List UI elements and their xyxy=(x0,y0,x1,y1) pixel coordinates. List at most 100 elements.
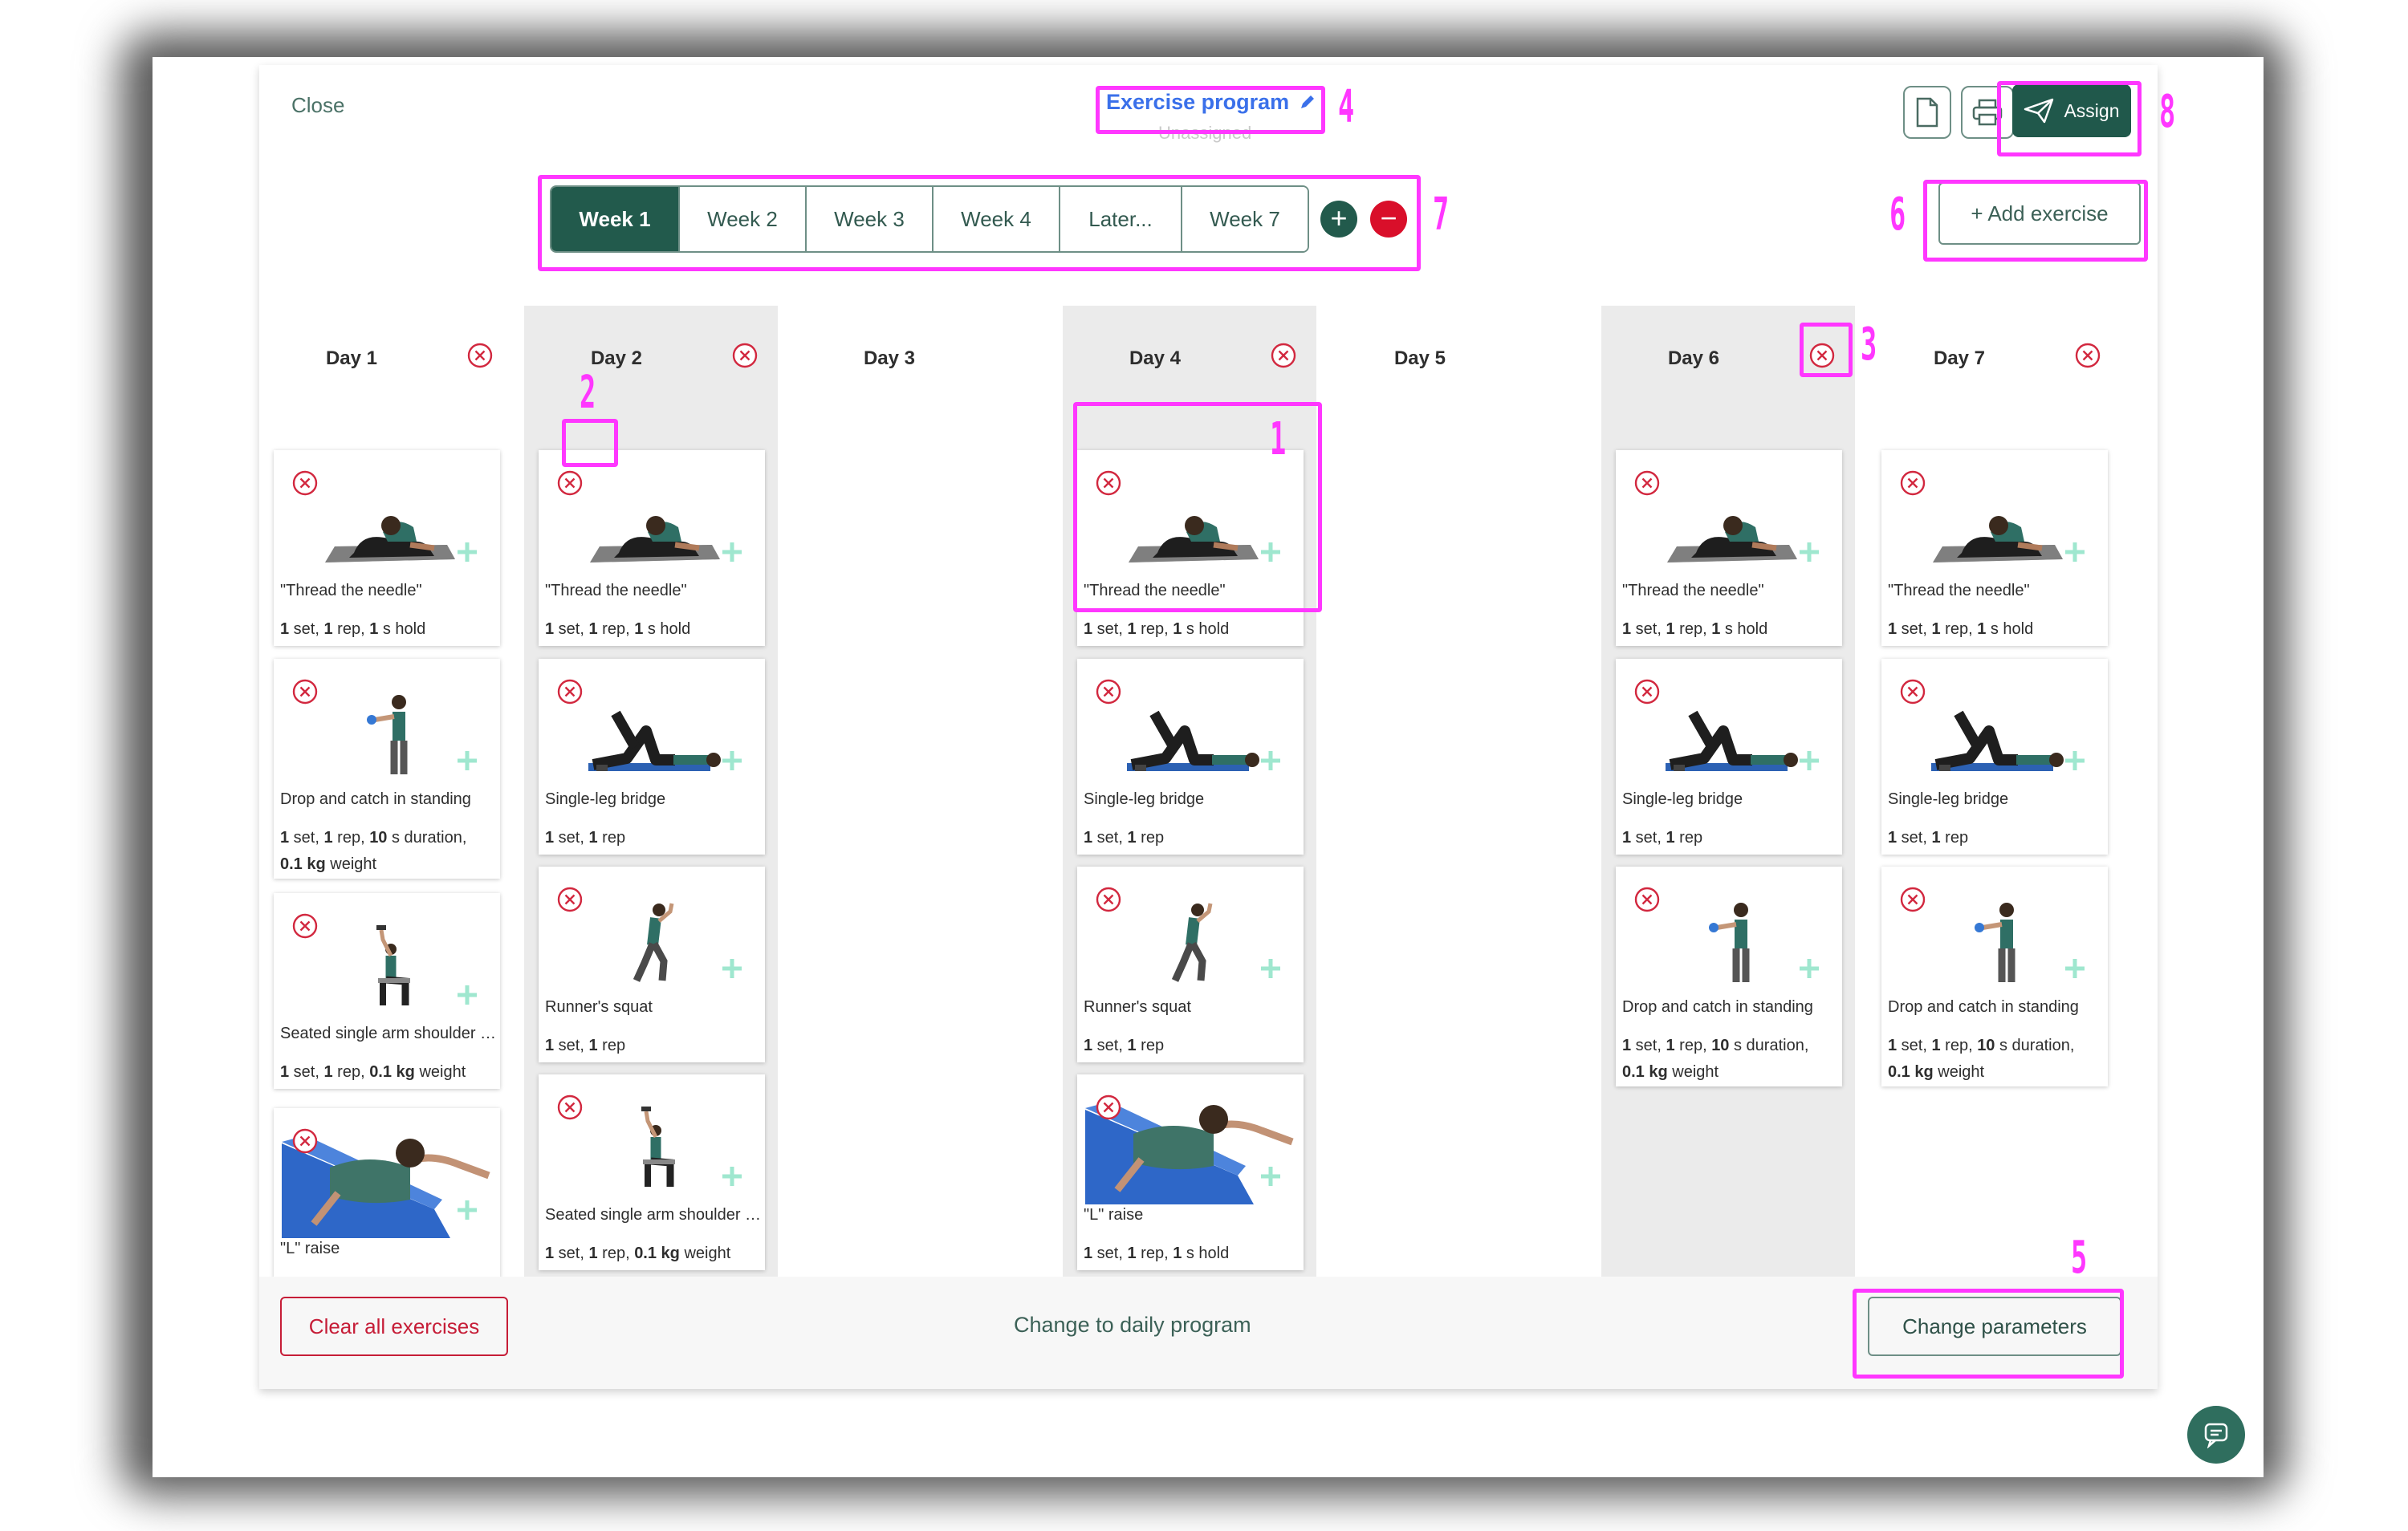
callout-number-5: 5 xyxy=(2071,1232,2088,1284)
exercise-name: Single-leg bridge xyxy=(1622,790,1743,808)
exercise-card[interactable]: Runner's squat 1 set, 1 rep xyxy=(1077,867,1304,1062)
remove-exercise-icon[interactable] xyxy=(556,678,584,705)
exercise-name: Drop and catch in standing xyxy=(1888,998,2079,1016)
add-to-day-icon[interactable] xyxy=(1797,540,1821,564)
exercise-params: 1 set, 1 rep, 1 s hold xyxy=(1888,620,2034,638)
add-to-day-icon[interactable] xyxy=(455,749,479,773)
add-to-day-icon[interactable] xyxy=(720,1164,744,1188)
callout-number-1: 1 xyxy=(1270,413,1287,465)
exercise-name: "L" raise xyxy=(280,1240,340,1257)
add-to-day-icon[interactable] xyxy=(720,540,744,564)
exercise-card[interactable]: "L" raise 1 set, 1 rep, 1 s hold xyxy=(1077,1074,1304,1270)
exercise-card[interactable]: Drop and catch in standing 1 set, 1 rep,… xyxy=(274,659,500,879)
exercise-name: Runner's squat xyxy=(1084,998,1191,1016)
day-label: Day 6 xyxy=(1667,347,1720,369)
seated-shoulder-press-illustration xyxy=(641,1107,675,1187)
add-to-day-icon[interactable] xyxy=(1259,1164,1283,1188)
change-to-daily-link[interactable]: Change to daily program xyxy=(1014,1313,1251,1338)
exercise-card[interactable]: Single-leg bridge 1 set, 1 rep xyxy=(1881,659,2108,855)
remove-exercise-icon[interactable] xyxy=(291,678,319,705)
day-column-7: Day 7 "Thread the needle" 1 set, 1 rep, … xyxy=(1867,306,2121,1341)
exercise-params: 1 set, 1 rep, 1 s hold xyxy=(1622,620,1768,638)
exercise-params: 1 set, 1 rep, 10 s duration, 0.1 kg weigh… xyxy=(280,829,467,873)
exercise-params: 1 set, 1 rep, 0.1 kg weight xyxy=(545,1245,731,1262)
exercise-card[interactable]: Single-leg bridge 1 set, 1 rep xyxy=(539,659,765,855)
exercise-card[interactable]: "Thread the needle" 1 set, 1 rep, 1 s ho… xyxy=(274,450,500,646)
exercise-card[interactable]: Single-leg bridge 1 set, 1 rep xyxy=(1616,659,1842,855)
day-column-1: Day 1 "Thread the needle" 1 set, 1 rep, … xyxy=(259,306,513,1341)
add-to-day-icon[interactable] xyxy=(1259,749,1283,773)
remove-exercise-icon[interactable] xyxy=(1899,886,1926,913)
day-column-3: Day 3 xyxy=(797,306,1051,1341)
add-to-day-icon[interactable] xyxy=(1797,956,1821,981)
add-to-day-icon[interactable] xyxy=(1259,956,1283,981)
add-to-day-icon[interactable] xyxy=(1797,749,1821,773)
exercise-name: Seated single arm shoulder press xyxy=(280,1025,497,1042)
remove-exercise-icon[interactable] xyxy=(1095,1094,1122,1121)
add-to-day-icon[interactable] xyxy=(2063,956,2087,981)
add-to-day-icon[interactable] xyxy=(2063,540,2087,564)
exercise-params: 1 set, 1 rep xyxy=(1084,829,1165,847)
remove-day-icon[interactable] xyxy=(1270,342,1297,369)
add-to-day-icon[interactable] xyxy=(455,1198,479,1222)
exercise-card[interactable]: Single-leg bridge 1 set, 1 rep xyxy=(1077,659,1304,855)
day-label: Day 1 xyxy=(325,347,378,369)
exercise-card[interactable]: Seated single arm shoulder press 1 set, … xyxy=(539,1074,765,1270)
callout-number-6: 6 xyxy=(1889,189,1906,241)
remove-exercise-icon[interactable] xyxy=(291,1127,319,1155)
exercise-params: 1 set, 1 rep, 1 s hold xyxy=(280,620,426,638)
remove-exercise-icon[interactable] xyxy=(291,912,319,940)
remove-exercise-icon[interactable] xyxy=(1633,678,1661,705)
callout-number-8: 8 xyxy=(2159,86,2176,138)
exercise-card[interactable]: "Thread the needle" 1 set, 1 rep, 1 s ho… xyxy=(1616,450,1842,646)
thread-the-needle-illustration xyxy=(1667,516,1797,562)
remove-exercise-icon[interactable] xyxy=(1899,469,1926,497)
exercise-params: 1 set, 1 rep, 1 s hold xyxy=(545,620,691,638)
exercise-name: "Thread the needle" xyxy=(1888,582,2030,599)
exercise-card[interactable]: Runner's squat 1 set, 1 rep xyxy=(539,867,765,1062)
remove-day-icon[interactable] xyxy=(466,342,494,369)
single-leg-bridge-illustration xyxy=(1666,710,1798,771)
exercise-name: Runner's squat xyxy=(545,998,653,1016)
exercise-params: 1 set, 1 rep, 0.1 kg weight xyxy=(280,1063,466,1081)
exercise-name: Single-leg bridge xyxy=(1084,790,1205,808)
remove-exercise-icon[interactable] xyxy=(556,1094,584,1121)
add-to-day-icon[interactable] xyxy=(455,983,479,1007)
remove-exercise-icon[interactable] xyxy=(1095,886,1122,913)
exercise-card[interactable]: "Thread the needle" 1 set, 1 rep, 1 s ho… xyxy=(1881,450,2108,646)
remove-day-icon[interactable] xyxy=(2074,342,2101,369)
close-link[interactable]: Close xyxy=(291,93,344,118)
exercise-params: 1 set, 1 rep xyxy=(545,1037,626,1054)
remove-exercise-icon[interactable] xyxy=(1095,678,1122,705)
exercise-card[interactable]: Drop and catch in standing 1 set, 1 rep,… xyxy=(1616,867,1842,1086)
exercise-card[interactable]: Seated single arm shoulder press 1 set, … xyxy=(274,893,500,1089)
exercise-params: 1 set, 1 rep, 10 s duration, 0.1 kg weigh… xyxy=(1888,1037,2075,1081)
remove-exercise-icon[interactable] xyxy=(1899,678,1926,705)
exercise-params: 1 set, 1 rep xyxy=(1888,829,1969,847)
remove-exercise-icon[interactable] xyxy=(556,886,584,913)
exercise-card[interactable]: "Thread the needle" 1 set, 1 rep, 1 s ho… xyxy=(539,450,765,646)
add-to-day-icon[interactable] xyxy=(455,540,479,564)
remove-exercise-icon[interactable] xyxy=(291,469,319,497)
drop-and-catch-illustration xyxy=(1975,903,2015,982)
callout-number-7: 7 xyxy=(1433,189,1450,241)
add-to-day-icon[interactable] xyxy=(2063,749,2087,773)
exercise-card[interactable]: Drop and catch in standing 1 set, 1 rep,… xyxy=(1881,867,2108,1086)
remove-exercise-icon[interactable] xyxy=(1633,469,1661,497)
remove-exercise-icon[interactable] xyxy=(556,469,584,497)
exercise-params: 1 set, 1 rep xyxy=(545,829,626,847)
remove-exercise-icon[interactable] xyxy=(1633,886,1661,913)
clear-all-exercises-button[interactable]: Clear all exercises xyxy=(280,1297,508,1356)
exercise-name: Drop and catch in standing xyxy=(1622,998,1813,1016)
remove-day-icon[interactable] xyxy=(731,342,759,369)
add-to-day-icon[interactable] xyxy=(720,749,744,773)
document-button[interactable] xyxy=(1903,86,1951,139)
exercise-card[interactable]: "L" raise 1 set, 1 rep, 1 s hold xyxy=(274,1108,500,1304)
exercise-name: "Thread the needle" xyxy=(545,582,687,599)
thread-the-needle-illustration xyxy=(325,516,455,562)
seated-shoulder-press-illustration xyxy=(376,925,410,1005)
callout-box-3 xyxy=(1800,323,1853,377)
add-to-day-icon[interactable] xyxy=(720,956,744,981)
callout-box-4 xyxy=(1096,86,1325,134)
chat-button[interactable] xyxy=(2187,1406,2245,1464)
